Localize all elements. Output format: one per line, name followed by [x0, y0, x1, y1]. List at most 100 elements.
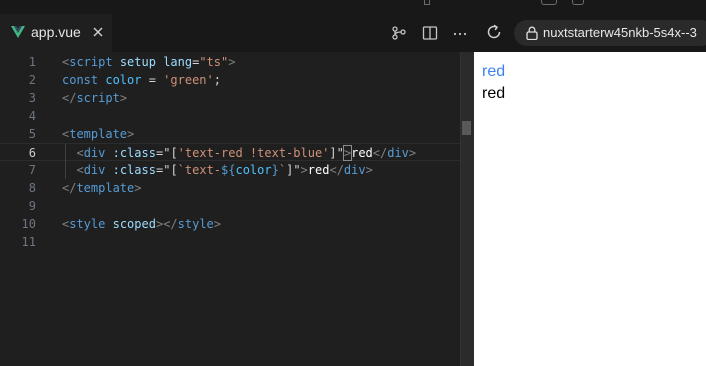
- code-token: lang: [163, 55, 193, 69]
- code-token: div: [343, 163, 366, 177]
- line-number: 1: [28, 55, 36, 69]
- preview-text-2: red: [482, 85, 506, 102]
- code-editor[interactable]: 1 <script setup lang="ts"> 2 const color = …: [0, 52, 474, 366]
- code-token: setup: [119, 55, 156, 69]
- preview-text-1: red: [482, 63, 506, 80]
- code-token: color: [105, 73, 142, 87]
- code-token: [: [170, 163, 178, 177]
- code-line[interactable]: 1 <script setup lang="ts">: [0, 53, 474, 71]
- code-line[interactable]: 10 <style scoped></style>: [0, 215, 474, 233]
- code-token: 'text-red !text-blue': [177, 146, 330, 160]
- line-number: 5: [28, 127, 36, 141]
- source-control-icon[interactable]: [391, 25, 407, 41]
- code-token: div: [387, 146, 409, 160]
- code-text: <div :class="[`text-${color}`]">red</div…: [62, 161, 373, 179]
- line-number: 8: [28, 181, 36, 195]
- code-token: =: [141, 73, 164, 87]
- code-line[interactable]: 2 const color = 'green';: [0, 71, 474, 89]
- line-number: 9: [28, 199, 36, 213]
- code-token: :class: [112, 146, 156, 160]
- partial-toolbar-icon: [541, 0, 557, 5]
- code-token: <: [76, 163, 84, 177]
- code-text: <script setup lang="ts">: [62, 53, 235, 71]
- code-token: "ts": [199, 55, 229, 69]
- code-token: ${: [221, 163, 236, 177]
- line-number: 4: [28, 109, 36, 123]
- partial-toolbar-icon: [424, 0, 430, 5]
- code-line[interactable]: 6 <div :class="['text-red !text-blue']">…: [0, 143, 474, 162]
- code-line[interactable]: 4: [0, 107, 474, 125]
- code-token: style: [177, 217, 214, 231]
- more-actions-icon[interactable]: [452, 25, 468, 41]
- top-toolbar-edge: [0, 0, 706, 14]
- code-token: const: [62, 73, 99, 87]
- code-token: <: [76, 146, 84, 160]
- code-line[interactable]: 5 <template>: [0, 125, 474, 143]
- code-token: >: [408, 146, 417, 160]
- editor-scrollbar[interactable]: [460, 52, 474, 366]
- code-token: ;: [213, 73, 221, 87]
- line-number: 3: [28, 91, 36, 105]
- code-text: <style scoped></style>: [62, 215, 221, 233]
- code-token: ": [293, 163, 301, 177]
- app-window: app.vue nuxtstarterw45nkb-5s4x--3 1 <scr…: [0, 0, 706, 366]
- code-text: </template>: [62, 179, 141, 197]
- code-token: scoped: [112, 217, 156, 231]
- code-line[interactable]: 11: [0, 233, 474, 251]
- code-line[interactable]: 9: [0, 197, 474, 215]
- lock-icon: [526, 26, 538, 40]
- code-token: red: [351, 146, 373, 160]
- code-token: 'green': [163, 73, 214, 87]
- code-token: :class: [112, 163, 156, 177]
- code-line[interactable]: 3 </script>: [0, 89, 474, 107]
- code-token: template: [69, 127, 128, 141]
- editor-header: app.vue nuxtstarterw45nkb-5s4x--3: [0, 14, 706, 52]
- code-token: >: [365, 163, 373, 177]
- code-token: >: [300, 163, 308, 177]
- code-token: `text-: [177, 163, 222, 177]
- reload-icon[interactable]: [485, 23, 503, 41]
- code-token: div: [83, 163, 106, 177]
- tab-label: app.vue: [31, 24, 81, 40]
- code-token: </: [163, 217, 178, 231]
- code-token: `: [278, 163, 287, 177]
- url-bar[interactable]: nuxtstarterw45nkb-5s4x--3: [514, 20, 706, 46]
- line-number: 11: [21, 235, 36, 249]
- code-token: script: [69, 55, 113, 69]
- code-line[interactable]: 8 </template>: [0, 179, 474, 197]
- code-token: ]: [329, 146, 337, 160]
- editor-scrollbar-thumb[interactable]: [462, 121, 471, 135]
- code-text: <div :class="['text-red !text-blue']">re…: [62, 144, 416, 162]
- code-token: >: [134, 181, 142, 195]
- tab-app-vue[interactable]: app.vue: [0, 14, 112, 52]
- code-token: >: [342, 145, 353, 161]
- partial-toolbar-icon: [572, 0, 584, 5]
- close-icon[interactable]: [91, 25, 105, 39]
- code-text: </script>: [62, 89, 127, 107]
- code-token: }: [271, 163, 279, 177]
- code-token: ": [336, 146, 344, 160]
- code-token: div: [83, 146, 106, 160]
- url-text: nuxtstarterw45nkb-5s4x--3: [543, 25, 697, 40]
- split-editor-icon[interactable]: [422, 25, 438, 41]
- code-token: style: [69, 217, 106, 231]
- code-token: </: [329, 163, 344, 177]
- line-number: 2: [28, 73, 36, 87]
- code-token: >: [119, 91, 128, 105]
- code-text: const color = 'green';: [62, 71, 221, 89]
- code-token: [: [170, 146, 178, 160]
- line-number: 10: [21, 217, 36, 231]
- code-token: template: [76, 181, 135, 195]
- line-number: 7: [28, 163, 36, 177]
- code-token: </: [372, 146, 388, 160]
- code-line[interactable]: 7 <div :class="[`text-${color}`]">red</d…: [0, 161, 474, 179]
- vue-icon: [11, 26, 25, 38]
- code-token: >: [213, 217, 221, 231]
- code-token: >: [228, 55, 236, 69]
